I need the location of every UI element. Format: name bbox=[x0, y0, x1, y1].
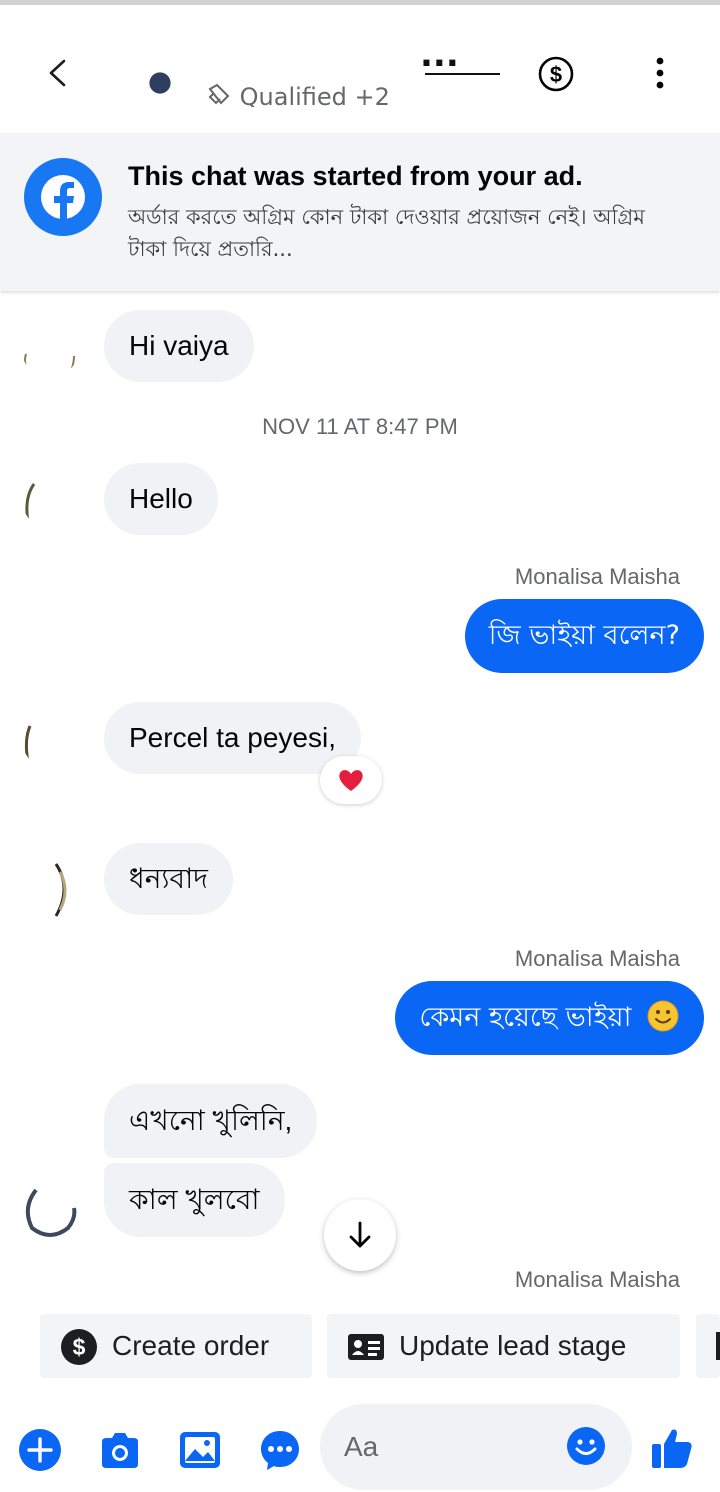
like-button[interactable] bbox=[650, 1426, 694, 1470]
sender-name: Monalisa Maisha bbox=[514, 564, 680, 589]
message-incoming[interactable]: ধন্যবাদ bbox=[104, 843, 233, 915]
dollar-circle-icon: $ bbox=[538, 56, 574, 92]
sender-name: Monalisa Maisha bbox=[514, 1267, 680, 1292]
lead-stage-label[interactable]: Qualified +2 bbox=[206, 81, 390, 107]
more-options-button[interactable] bbox=[640, 53, 680, 93]
facebook-icon bbox=[24, 158, 102, 236]
saved-replies-button[interactable] bbox=[258, 1428, 302, 1472]
camera-button[interactable] bbox=[98, 1428, 142, 1472]
more-quick-actions-button[interactable] bbox=[696, 1314, 720, 1378]
message-outgoing[interactable]: জি ভাইয়া বলেন? bbox=[464, 599, 704, 673]
ad-banner-text: অর্ডার করতে অগ্রিম কোন টাকা দেওয়ার প্রয… bbox=[128, 205, 645, 261]
contact-name-ellipsis: ... bbox=[420, 35, 459, 75]
message-text: কেমন হয়েছে ভাইয়া bbox=[419, 1002, 632, 1033]
chat-header: ... Qualified +2 $ bbox=[0, 5, 720, 133]
svg-text:$: $ bbox=[73, 1334, 86, 1360]
message-incoming[interactable]: Hello bbox=[104, 463, 218, 535]
thumbs-up-icon bbox=[652, 1429, 692, 1468]
message-incoming[interactable]: কাল খুলবো bbox=[104, 1163, 285, 1237]
contact-avatar-small bbox=[22, 472, 78, 528]
heart-reaction[interactable] bbox=[320, 756, 382, 804]
contact-avatar-small bbox=[22, 322, 78, 378]
emoji-icon bbox=[567, 1427, 605, 1465]
chat-bubble-icon bbox=[261, 1431, 299, 1470]
dollar-circle-icon: $ bbox=[61, 1329, 97, 1365]
sender-name: Monalisa Maisha bbox=[514, 946, 680, 971]
ad-banner-title: This chat was started from your ad. bbox=[128, 161, 583, 191]
payment-button[interactable]: $ bbox=[537, 55, 575, 93]
next-action-icon bbox=[716, 1332, 720, 1360]
message-timestamp: NOV 11 AT 8:47 PM bbox=[262, 414, 458, 439]
more-vertical-icon bbox=[656, 57, 664, 89]
contact-avatar-small bbox=[22, 862, 78, 918]
image-icon bbox=[180, 1432, 220, 1468]
lead-stage-text: Qualified +2 bbox=[239, 83, 390, 107]
create-order-button[interactable]: $ Create order bbox=[40, 1314, 312, 1378]
plus-circle-icon bbox=[19, 1429, 61, 1471]
create-order-label: Create order bbox=[112, 1330, 270, 1361]
arrow-down-icon bbox=[349, 1221, 371, 1248]
add-button[interactable] bbox=[18, 1428, 62, 1472]
contact-avatar[interactable] bbox=[130, 41, 190, 101]
emoji-button[interactable] bbox=[566, 1426, 606, 1466]
svg-text:$: $ bbox=[550, 62, 562, 87]
contact-avatar-small bbox=[22, 712, 78, 768]
back-button[interactable] bbox=[38, 53, 78, 93]
ad-origin-banner[interactable]: This chat was started from your ad. অর্ড… bbox=[0, 133, 720, 291]
update-lead-stage-label: Update lead stage bbox=[399, 1330, 627, 1361]
smiley-emoji-icon bbox=[647, 1000, 679, 1032]
update-lead-stage-button[interactable]: Update lead stage bbox=[327, 1314, 680, 1378]
gallery-button[interactable] bbox=[178, 1428, 222, 1472]
contact-card-icon bbox=[348, 1334, 384, 1360]
message-incoming[interactable]: Percel ta peyesi, bbox=[104, 702, 361, 774]
camera-icon bbox=[102, 1433, 138, 1468]
message-incoming[interactable]: এখনো খুলিনি, bbox=[104, 1084, 318, 1158]
message-outgoing[interactable]: কেমন হয়েছে ভাইয়া bbox=[395, 981, 704, 1055]
chevron-left-icon bbox=[49, 59, 66, 87]
message-incoming[interactable]: Hi vaiya bbox=[104, 310, 254, 382]
contact-avatar-small bbox=[22, 1184, 78, 1240]
message-input-placeholder: Aa bbox=[344, 1431, 379, 1462]
contact-name[interactable]: ... bbox=[210, 35, 500, 75]
heart-icon bbox=[339, 770, 363, 791]
tag-icon bbox=[208, 83, 230, 105]
scroll-to-bottom-button[interactable] bbox=[324, 1199, 396, 1271]
